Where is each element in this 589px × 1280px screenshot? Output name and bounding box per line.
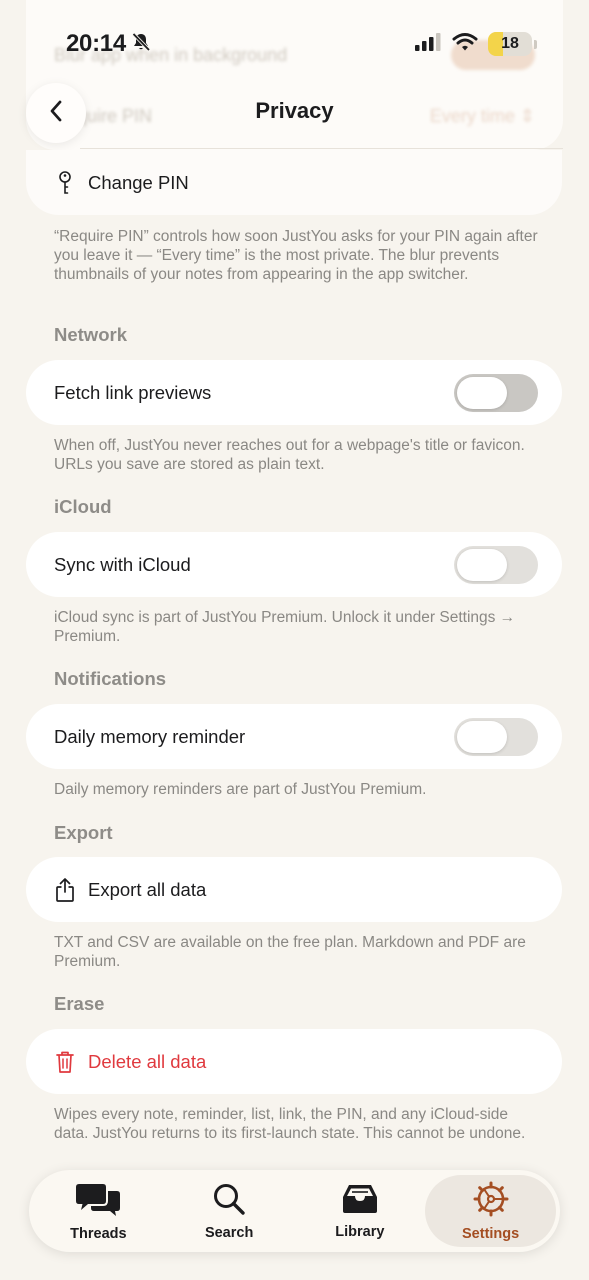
erase-footnote: Wipes every note, reminder, list, link, …: [54, 1106, 526, 1142]
privacy-footnote: “Require PIN” controls how soon JustYou …: [54, 228, 538, 283]
fetch-link-previews-row: Fetch link previews: [26, 360, 562, 425]
section-header-export: Export: [54, 822, 113, 843]
change-pin-label: Change PIN: [88, 171, 189, 193]
scrolled-card-background: [26, 0, 563, 150]
icloud-footnote: iCloud sync is part of JustYou Premium. …: [54, 609, 516, 645]
tab-settings-label: Settings: [462, 1225, 520, 1242]
tab-settings[interactable]: Settings: [425, 1175, 556, 1247]
speech-bubbles-icon: [75, 1181, 121, 1222]
daily-reminder-toggle[interactable]: [454, 717, 538, 756]
wifi-icon: [452, 32, 478, 57]
export-all-data-label: Export all data: [88, 878, 207, 900]
sync-icloud-row: Sync with iCloud: [26, 532, 562, 597]
divider: [80, 148, 563, 149]
tab-search[interactable]: Search: [164, 1175, 295, 1247]
export-all-data-row[interactable]: Export all data: [26, 857, 562, 922]
cellular-signal-icon: [414, 32, 442, 57]
section-header-icloud: iCloud: [54, 496, 112, 517]
toggle-knob: [457, 376, 507, 409]
battery-indicator: 18: [488, 32, 532, 56]
battery-percent: 18: [501, 35, 519, 52]
tab-threads[interactable]: Threads: [33, 1175, 164, 1247]
battery-nub: [534, 39, 537, 49]
export-footnote: TXT and CSV are available on the free pl…: [54, 934, 526, 970]
change-pin-row[interactable]: Change PIN: [26, 150, 562, 215]
tab-library-label: Library: [335, 1223, 385, 1240]
tab-library[interactable]: Library: [295, 1175, 426, 1247]
sync-icloud-toggle[interactable]: [454, 545, 538, 584]
tab-search-label: Search: [204, 1224, 254, 1241]
daily-reminder-row: Daily memory reminder: [26, 704, 562, 769]
tab-bar: Threads Search Library Settings: [29, 1170, 560, 1252]
share-icon: [54, 877, 76, 902]
fetch-link-previews-label: Fetch link previews: [54, 381, 212, 403]
section-header-network: Network: [54, 324, 127, 345]
clock: 20:14: [66, 30, 126, 57]
status-bar: 20:14 18: [0, 26, 589, 62]
delete-all-data-label: Delete all data: [88, 1050, 207, 1072]
network-footnote: When off, JustYou never reaches out for …: [54, 437, 525, 473]
key-icon: [54, 170, 76, 194]
notifications-footnote: Daily memory reminders are part of JustY…: [54, 781, 427, 798]
gear-icon: [473, 1181, 509, 1222]
daily-reminder-label: Daily memory reminder: [54, 725, 246, 747]
sync-icloud-label: Sync with iCloud: [54, 553, 191, 575]
delete-all-data-row[interactable]: Delete all data: [26, 1029, 562, 1094]
tray-icon: [341, 1183, 379, 1220]
page-title: Privacy: [255, 98, 334, 123]
section-header-erase: Erase: [54, 993, 105, 1014]
toggle-knob: [457, 720, 507, 753]
tab-threads-label: Threads: [70, 1225, 127, 1242]
toggle-knob: [457, 548, 507, 581]
bell-slash-icon: [130, 31, 152, 58]
section-header-notifications: Notifications: [54, 668, 167, 689]
fetch-link-previews-toggle[interactable]: [454, 373, 538, 412]
magnifier-icon: [212, 1182, 246, 1221]
trash-icon: [54, 1051, 76, 1073]
